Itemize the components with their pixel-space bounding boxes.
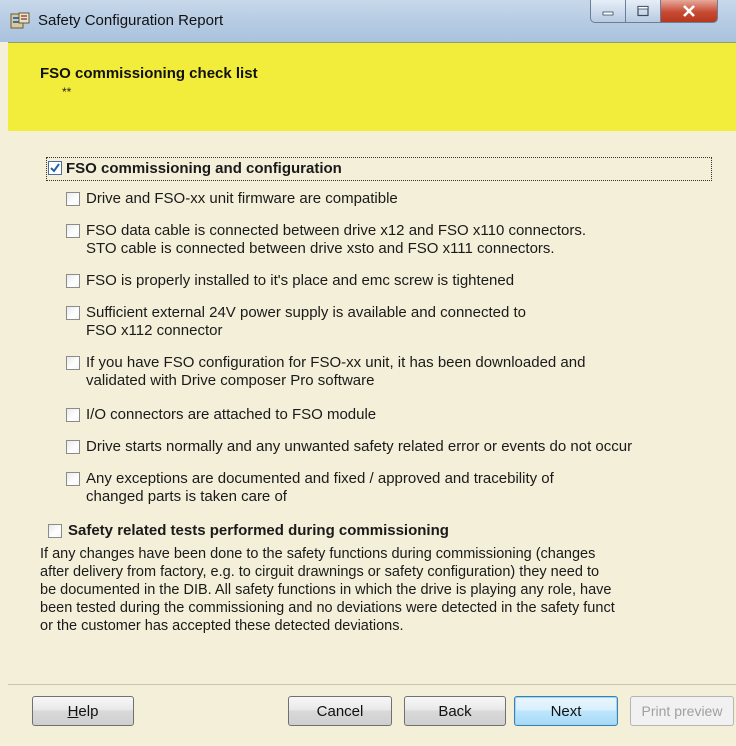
item-label-power-supply-2: FSO x112 connector (86, 322, 223, 339)
minimize-button[interactable] (590, 0, 626, 23)
help-button[interactable]: Help (32, 696, 134, 726)
maximize-button[interactable] (626, 0, 661, 23)
maximize-icon (637, 5, 649, 17)
item-label-configuration-2: validated with Drive composer Pro softwa… (86, 372, 375, 389)
window-controls (590, 0, 718, 24)
footer-divider (8, 684, 736, 685)
page-title: FSO commissioning check list (40, 65, 258, 82)
checkmark-icon (50, 163, 60, 173)
safety-note-line: or the customer has accepted these detec… (40, 618, 404, 634)
print-preview-button[interactable]: Print preview (630, 696, 734, 726)
cancel-button[interactable]: Cancel (288, 696, 392, 726)
safety-note-line: been tested during the commissioning and… (40, 600, 615, 616)
item-label-configuration-1: If you have FSO configuration for FSO-xx… (86, 354, 586, 371)
item-label-power-supply-1: Sufficient external 24V power supply is … (86, 304, 527, 321)
item-checkbox-installed[interactable] (66, 274, 80, 288)
page-subtitle: ** (62, 85, 72, 99)
next-label: Next (550, 702, 582, 720)
close-icon (683, 5, 695, 17)
next-button[interactable]: Next (514, 696, 618, 726)
checklist-header: FSO commissioning check list ** (8, 42, 736, 132)
item-label-data-cable-2: STO cable is connected between drive xst… (86, 240, 555, 257)
item-label-exceptions-1: Any exceptions are documented and fixed … (86, 470, 554, 487)
item-checkbox-firmware[interactable] (66, 192, 80, 206)
section1-checkbox[interactable] (48, 161, 62, 175)
item-label-drive-starts: Drive starts normally and any unwanted s… (86, 438, 633, 455)
item-label-io-connectors: I/O connectors are attached to FSO modul… (86, 406, 377, 423)
item-checkbox-power-supply[interactable] (66, 306, 80, 320)
print-preview-label: Print preview (641, 703, 723, 719)
item-checkbox-data-cable[interactable] (66, 224, 80, 238)
safety-note: If any changes have been done to the saf… (40, 545, 732, 635)
title-bar[interactable]: Safety Configuration Report (0, 0, 736, 42)
item-label-installed: FSO is properly installed to it's place … (86, 272, 515, 289)
section1-label: FSO commissioning and configuration (66, 160, 342, 177)
close-button[interactable] (661, 0, 718, 23)
back-label: Back (438, 702, 472, 720)
app-icon (10, 12, 30, 30)
section2-label: Safety related tests performed during co… (68, 522, 449, 539)
item-checkbox-io-connectors[interactable] (66, 408, 80, 422)
item-label-exceptions-2: changed parts is taken care of (86, 488, 287, 505)
back-button[interactable]: Back (404, 696, 506, 726)
safety-note-line: If any changes have been done to the saf… (40, 546, 596, 562)
item-checkbox-exceptions[interactable] (66, 472, 80, 486)
window-title: Safety Configuration Report (38, 12, 224, 29)
button-bar: Help Cancel Back Next Print preview (8, 686, 736, 746)
help-mnemonic: H (67, 702, 79, 720)
minimize-icon (602, 11, 614, 16)
safety-note-line: be documented in the DIB. All safety fun… (40, 582, 612, 598)
section2-checkbox[interactable] (48, 524, 62, 538)
item-checkbox-configuration[interactable] (66, 356, 80, 370)
item-label-firmware: Drive and FSO-xx unit firmware are compa… (86, 190, 398, 207)
item-checkbox-drive-starts[interactable] (66, 440, 80, 454)
help-label: elp (78, 702, 99, 720)
cancel-label: Cancel (316, 702, 364, 720)
item-label-data-cable-1: FSO data cable is connected between driv… (86, 222, 587, 239)
safety-note-line: after delivery from factory, e.g. to cir… (40, 564, 600, 580)
safety-configuration-window: Safety Configuration Report FSO commissi… (0, 0, 736, 746)
